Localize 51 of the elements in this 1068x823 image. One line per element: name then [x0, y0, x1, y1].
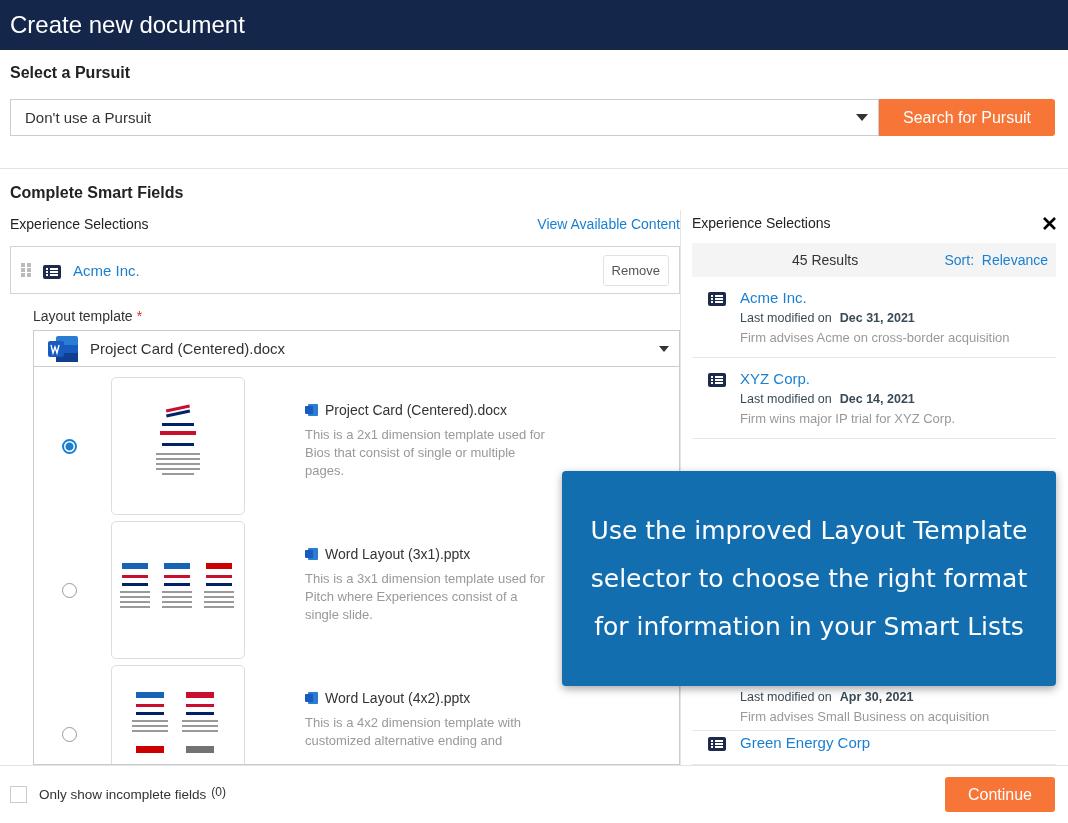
window-title: Create new document [10, 11, 245, 39]
experience-description: Firm advises Acme on cross-border acquisition [740, 330, 1010, 345]
word-document-icon [305, 548, 318, 560]
template-dropdown[interactable]: Project Card (Centered).docx [33, 330, 680, 367]
view-content-link[interactable]: View Available Content [537, 216, 680, 232]
results-count: 45 Results [792, 251, 859, 268]
caret-icon [659, 345, 669, 352]
callout-text: Use the improved Layout Template selector to choose the right format for information in your Smart Lists [589, 514, 1029, 643]
section-heading: Complete Smart Fields [9, 183, 185, 203]
remove-button[interactable]: Remove [602, 254, 669, 286]
search-button[interactable]: Search for Pursuit [879, 99, 1055, 136]
template-name: Word Layout (4x2).pptx [325, 690, 471, 706]
modified-label: Last modified on [740, 690, 832, 704]
experience-title[interactable]: XYZ Corp. [740, 370, 811, 387]
checkbox[interactable] [10, 786, 27, 803]
selection-title[interactable]: Acme Inc. [73, 261, 140, 279]
continue-button[interactable]: Continue [945, 777, 1055, 812]
list-icon [708, 292, 726, 306]
checkbox-label: Only show incomplete fields [39, 787, 207, 802]
experience-title[interactable]: Green Energy Corp [740, 734, 871, 751]
experience-description: Firm wins major IP trial for XYZ Corp. [740, 411, 956, 426]
template-description: This is a 3x1 dimension template used for Pitch where Experiences consist of a single slide. [305, 570, 545, 624]
caret-icon [856, 114, 868, 121]
close-icon[interactable] [1043, 216, 1056, 230]
template-description: This is a 2x1 dimension template used for Bios that consist of single or multiple pages. [305, 426, 545, 480]
incomplete-count: (0) [211, 784, 226, 799]
modified-date: Apr 30, 2021 [839, 690, 914, 704]
template-name: Project Card (Centered).docx [325, 402, 508, 418]
list-icon [708, 373, 726, 387]
modified-date: Dec 14, 2021 [839, 392, 915, 406]
section-heading: Select a Pursuit [10, 64, 132, 82]
experience-description: Firm advises Small Business on acquisition [740, 709, 990, 724]
template-name: Word Layout (3x1).pptx [325, 546, 471, 562]
word-document-icon [305, 404, 318, 416]
pursuit-dropdown[interactable]: Don't use a Pursuit [10, 99, 879, 136]
experience-title[interactable]: Acme Inc. [740, 289, 807, 306]
field-label: Layout template [33, 308, 133, 324]
modified-label: Last modified on [740, 311, 832, 325]
required-mark: * [136, 308, 143, 324]
modified-label: Last modified on [740, 392, 832, 406]
template-description: This is a 4x2 dimension template with customized alternative ending and [305, 714, 523, 750]
drag-handle-icon[interactable] [21, 263, 31, 277]
word-document-icon [305, 692, 318, 704]
column-label: Experience Selections [10, 216, 149, 232]
sort-link[interactable]: Sort: Relevance [944, 251, 1048, 268]
list-icon [708, 737, 726, 751]
radio-button[interactable] [62, 438, 77, 454]
list-icon [43, 264, 61, 279]
column-label: Experience Selections [692, 215, 831, 232]
modified-date: Dec 31, 2021 [839, 311, 915, 325]
word-document-icon [48, 335, 78, 362]
